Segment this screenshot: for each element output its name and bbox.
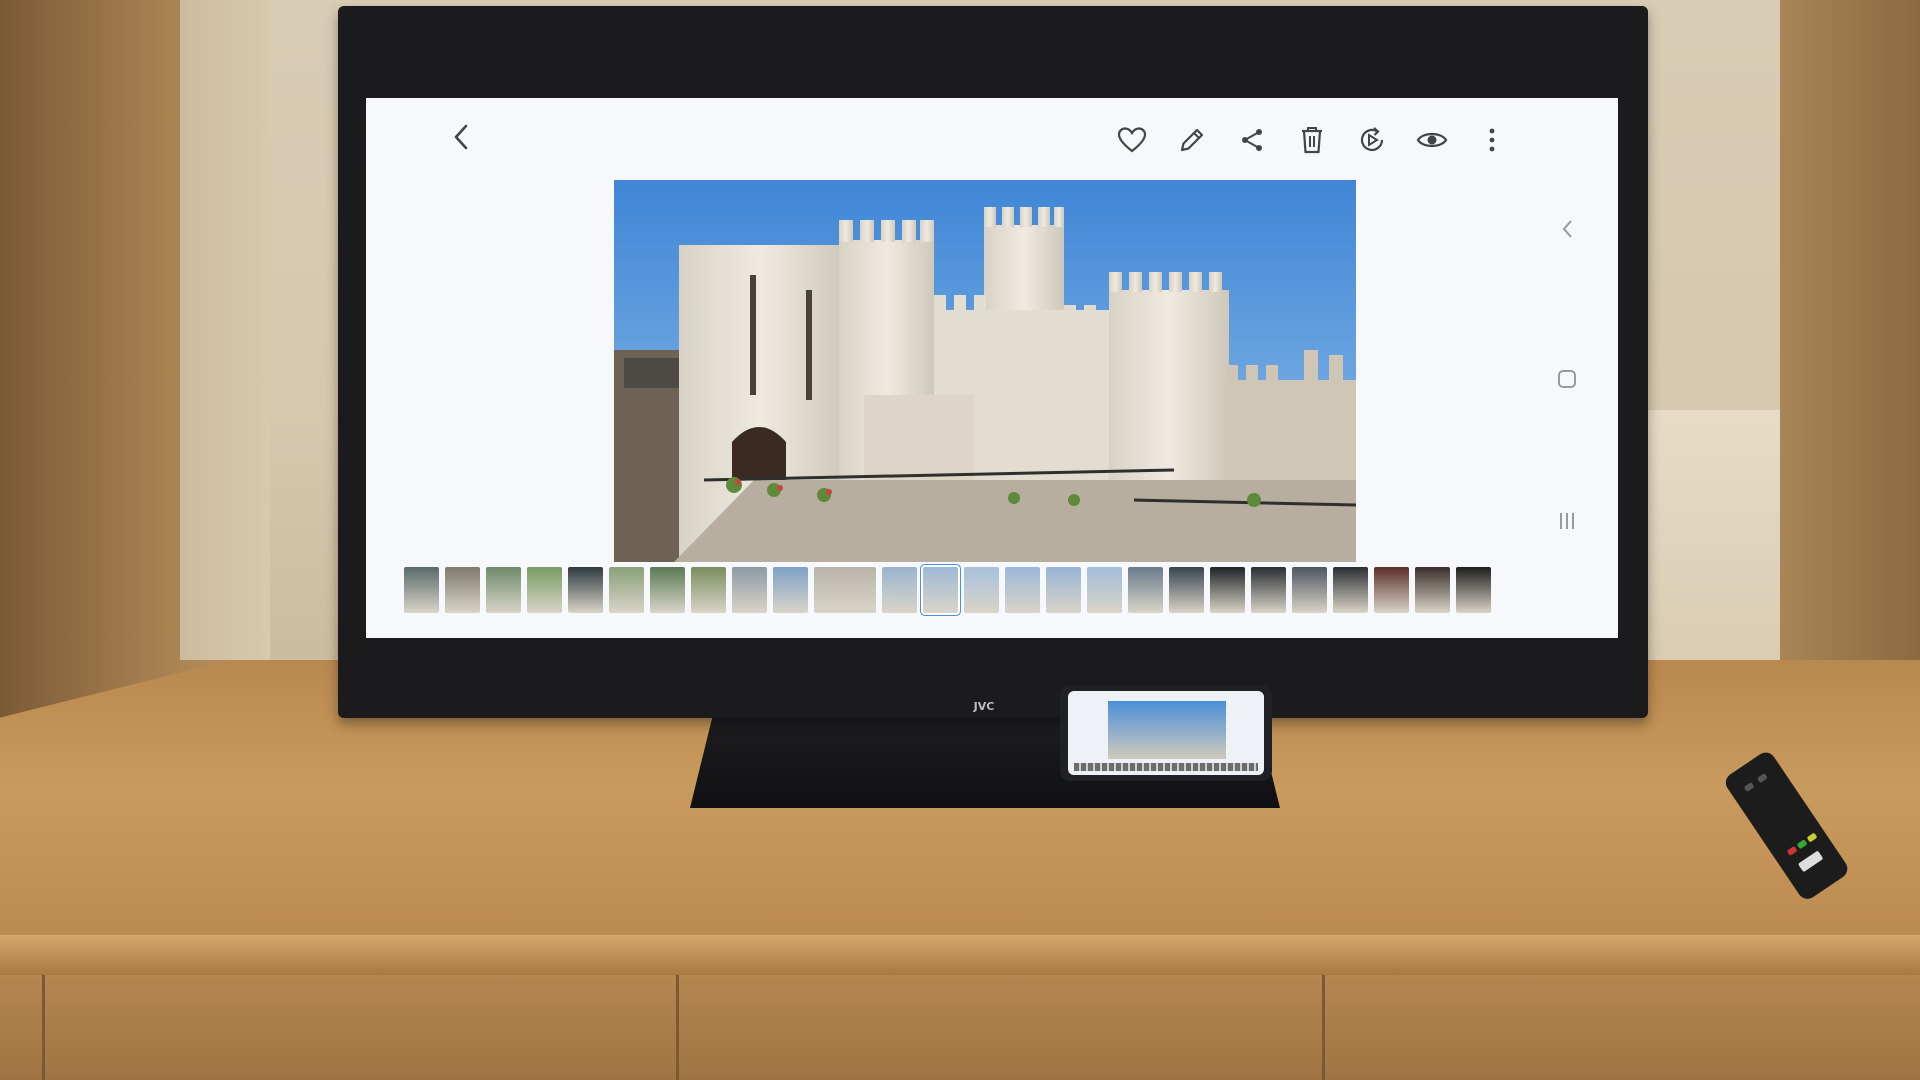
recents-icon (1560, 513, 1574, 529)
thumbnail[interactable] (1046, 567, 1081, 613)
thumbnail[interactable] (527, 567, 562, 613)
thumbnail[interactable] (1374, 567, 1409, 613)
side-recents-button[interactable] (1554, 508, 1580, 534)
thumbnail[interactable] (1251, 567, 1286, 613)
heart-icon (1117, 127, 1147, 153)
side-back-button[interactable] (1554, 216, 1580, 242)
thumbnail-filmstrip[interactable] (404, 564, 1574, 616)
thumbnail[interactable] (1169, 567, 1204, 613)
thumbnail[interactable] (1456, 567, 1491, 613)
thumbnail[interactable] (486, 567, 521, 613)
thumbnail[interactable] (691, 567, 726, 613)
remote-button (1786, 845, 1798, 856)
drawer-divider (676, 975, 679, 1080)
remaster-button[interactable] (1356, 124, 1388, 156)
cabinet-front (0, 975, 1920, 1080)
delete-button[interactable] (1296, 124, 1328, 156)
phone-photo-preview (1108, 701, 1226, 759)
chevron-left-icon (1562, 220, 1572, 238)
share-icon (1242, 129, 1262, 151)
gallery-toolbar (1116, 124, 1508, 156)
thumbnail[interactable] (882, 567, 917, 613)
back-button[interactable] (446, 122, 476, 152)
drawer-divider (42, 975, 45, 1080)
remaster-icon (1360, 127, 1384, 152)
thumbnail[interactable] (609, 567, 644, 613)
chevron-left-icon (454, 124, 468, 150)
thumbnail[interactable] (1292, 567, 1327, 613)
thumbnail[interactable] (1005, 567, 1040, 613)
favorite-button[interactable] (1116, 124, 1148, 156)
pencil-icon (1180, 128, 1204, 152)
thumbnail[interactable] (732, 567, 767, 613)
main-photo[interactable] (614, 180, 1356, 562)
thumbnail[interactable] (1087, 567, 1122, 613)
remote-button (1756, 773, 1768, 784)
cabinet-edge (0, 935, 1920, 975)
thumbnail[interactable] (964, 567, 999, 613)
square-icon (1558, 370, 1576, 388)
thumbnail-current[interactable] (921, 565, 960, 615)
remote-button (1806, 832, 1818, 843)
edit-button[interactable] (1176, 124, 1208, 156)
tv-screen (366, 98, 1618, 638)
thumbnail[interactable] (1210, 567, 1245, 613)
thumbnail[interactable] (404, 567, 439, 613)
left-wall-shadow (180, 0, 270, 660)
view-button[interactable] (1416, 124, 1448, 156)
more-vertical-icon (1489, 128, 1495, 152)
tv-brand-logo: JVC (973, 700, 995, 713)
remote-button (1796, 839, 1808, 850)
phone-filmstrip (1074, 763, 1258, 771)
side-home-button[interactable] (1554, 366, 1580, 392)
thumbnail[interactable] (1415, 567, 1450, 613)
remote-button (1743, 782, 1755, 793)
thumbnail[interactable] (1128, 567, 1163, 613)
thumbnail[interactable] (814, 567, 876, 613)
thumbnail[interactable] (445, 567, 480, 613)
thumbnail[interactable] (568, 567, 603, 613)
drawer-divider (1322, 975, 1325, 1080)
smartphone (1060, 685, 1272, 781)
remote-button (1797, 850, 1824, 873)
phone-screen (1068, 691, 1264, 775)
trash-icon (1302, 127, 1322, 154)
thumbnail[interactable] (650, 567, 685, 613)
more-button[interactable] (1476, 124, 1508, 156)
castle-image (614, 207, 1356, 562)
thumbnail[interactable] (773, 567, 808, 613)
eye-icon (1416, 132, 1448, 148)
thumbnail[interactable] (1333, 567, 1368, 613)
share-button[interactable] (1236, 124, 1268, 156)
